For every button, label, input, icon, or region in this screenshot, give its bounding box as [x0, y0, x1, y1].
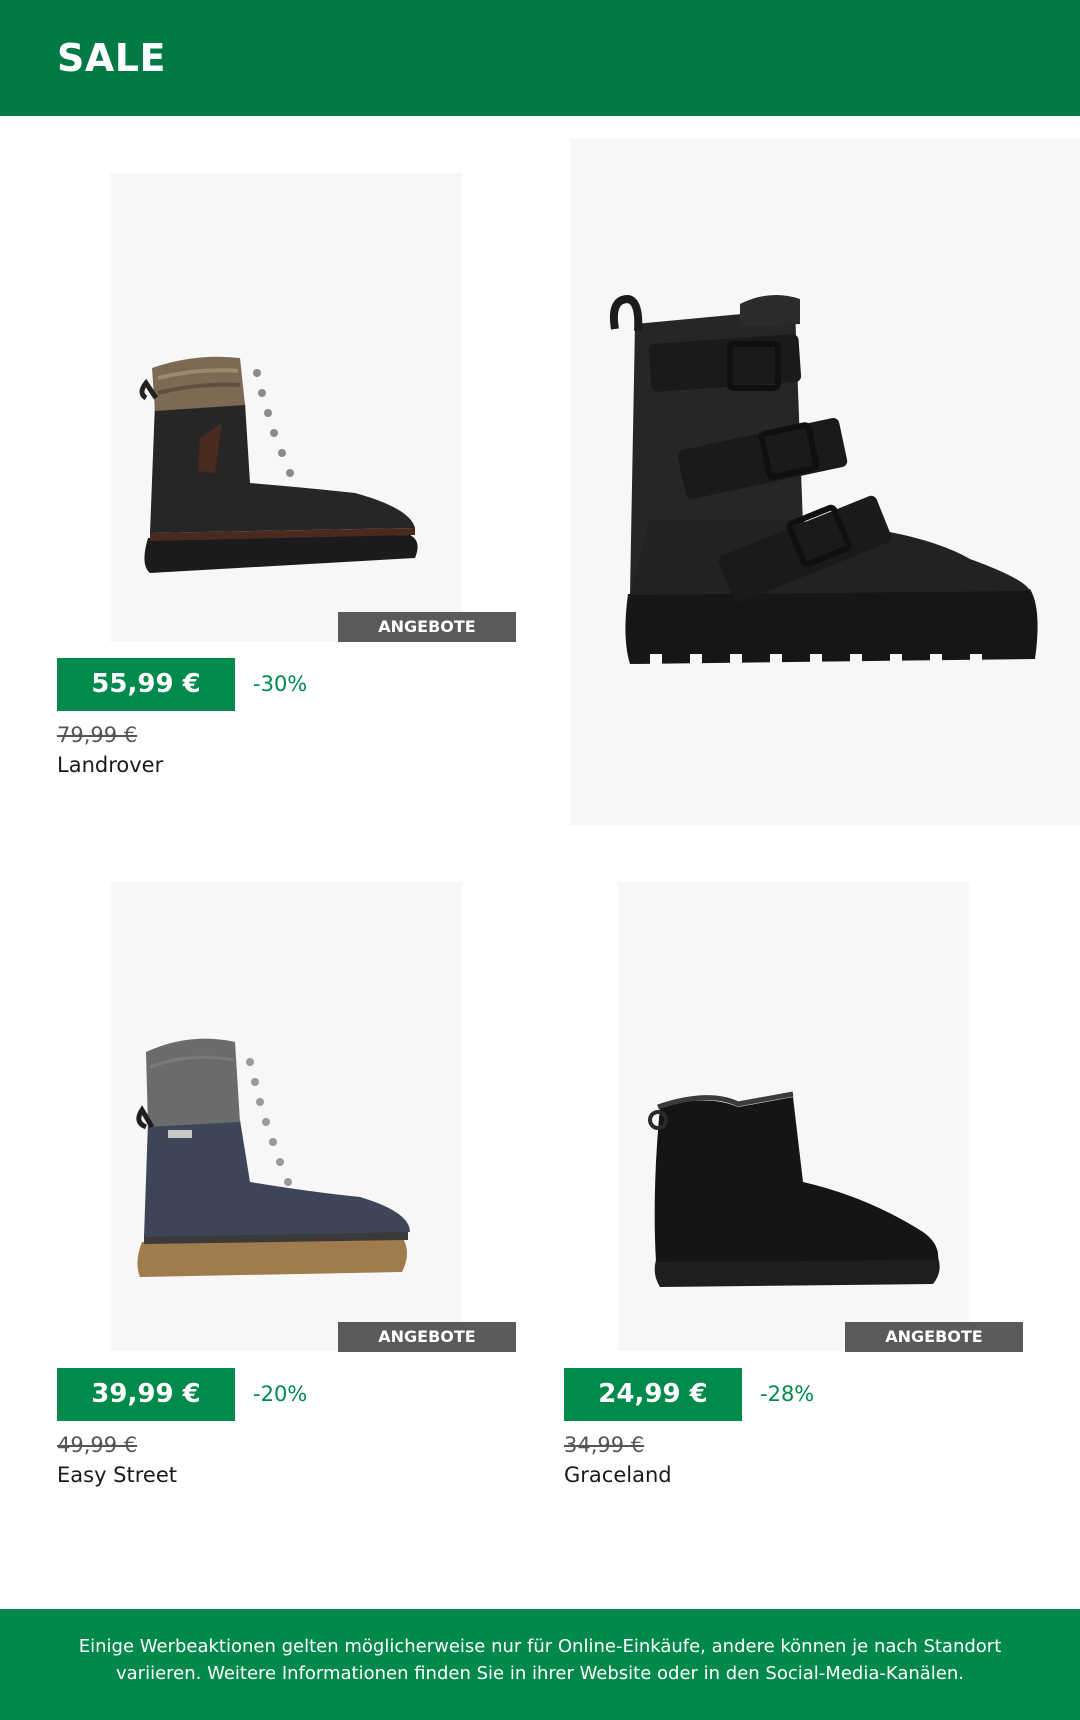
product-name[interactable]: Landrover — [57, 753, 163, 777]
disclaimer-text: Einige Werbeaktionen gelten möglicherwei… — [78, 1636, 1002, 1684]
footer-disclaimer: Einige Werbeaktionen gelten möglicherwei… — [0, 1609, 1080, 1720]
original-price: 49,99 € — [57, 1433, 138, 1457]
boot-image — [139, 356, 418, 573]
product-image-graceland[interactable] — [618, 882, 970, 1351]
boot-image — [609, 294, 1038, 666]
product-image-landrover[interactable] — [110, 173, 462, 642]
discount-label: -30% — [253, 672, 308, 696]
product-name[interactable]: Easy Street — [57, 1463, 177, 1487]
sale-price: 39,99 € — [57, 1368, 235, 1421]
product-image-easy-street[interactable] — [110, 882, 462, 1351]
angebote-badge: ANGEBOTE — [338, 612, 516, 642]
page-title: SALE — [57, 36, 166, 80]
angebote-badge: ANGEBOTE — [845, 1322, 1023, 1352]
discount-label: -20% — [253, 1382, 308, 1406]
featured-product-image[interactable] — [570, 139, 1080, 825]
boot-image — [136, 1038, 410, 1277]
product-name[interactable]: Graceland — [564, 1463, 672, 1487]
sale-price: 55,99 € — [57, 658, 235, 711]
original-price: 34,99 € — [564, 1433, 645, 1457]
boot-image — [648, 1091, 940, 1287]
sale-price: 24,99 € — [564, 1368, 742, 1421]
discount-label: -28% — [760, 1382, 815, 1406]
angebote-badge: ANGEBOTE — [338, 1322, 516, 1352]
original-price: 79,99 € — [57, 723, 138, 747]
header-banner: SALE — [0, 0, 1080, 116]
